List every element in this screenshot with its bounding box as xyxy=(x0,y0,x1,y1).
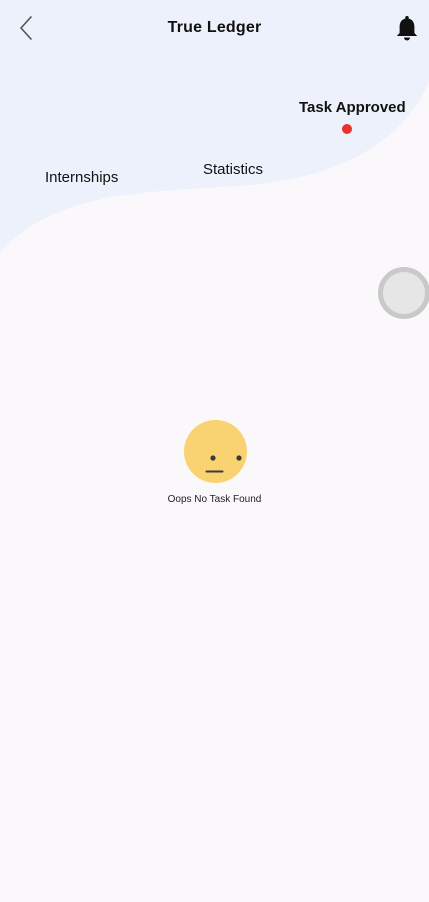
empty-state-message: Oops No Task Found xyxy=(167,494,262,505)
neutral-face-icon xyxy=(184,420,247,483)
circle-toggle-icon xyxy=(378,267,429,319)
app-bar: True Ledger xyxy=(0,0,429,58)
bell-icon xyxy=(396,16,418,41)
screen: True Ledger Internships Statistics Task … xyxy=(0,0,429,902)
tab-statistics[interactable]: Statistics xyxy=(203,161,263,178)
empty-state: Oops No Task Found xyxy=(0,420,429,520)
floating-toggle-button[interactable] xyxy=(377,266,429,320)
app-title: True Ledger xyxy=(167,19,262,36)
active-tab-indicator xyxy=(342,124,352,134)
notifications-button[interactable] xyxy=(392,12,422,44)
tab-task-approved[interactable]: Task Approved xyxy=(299,99,406,116)
tab-internships[interactable]: Internships xyxy=(45,169,118,186)
